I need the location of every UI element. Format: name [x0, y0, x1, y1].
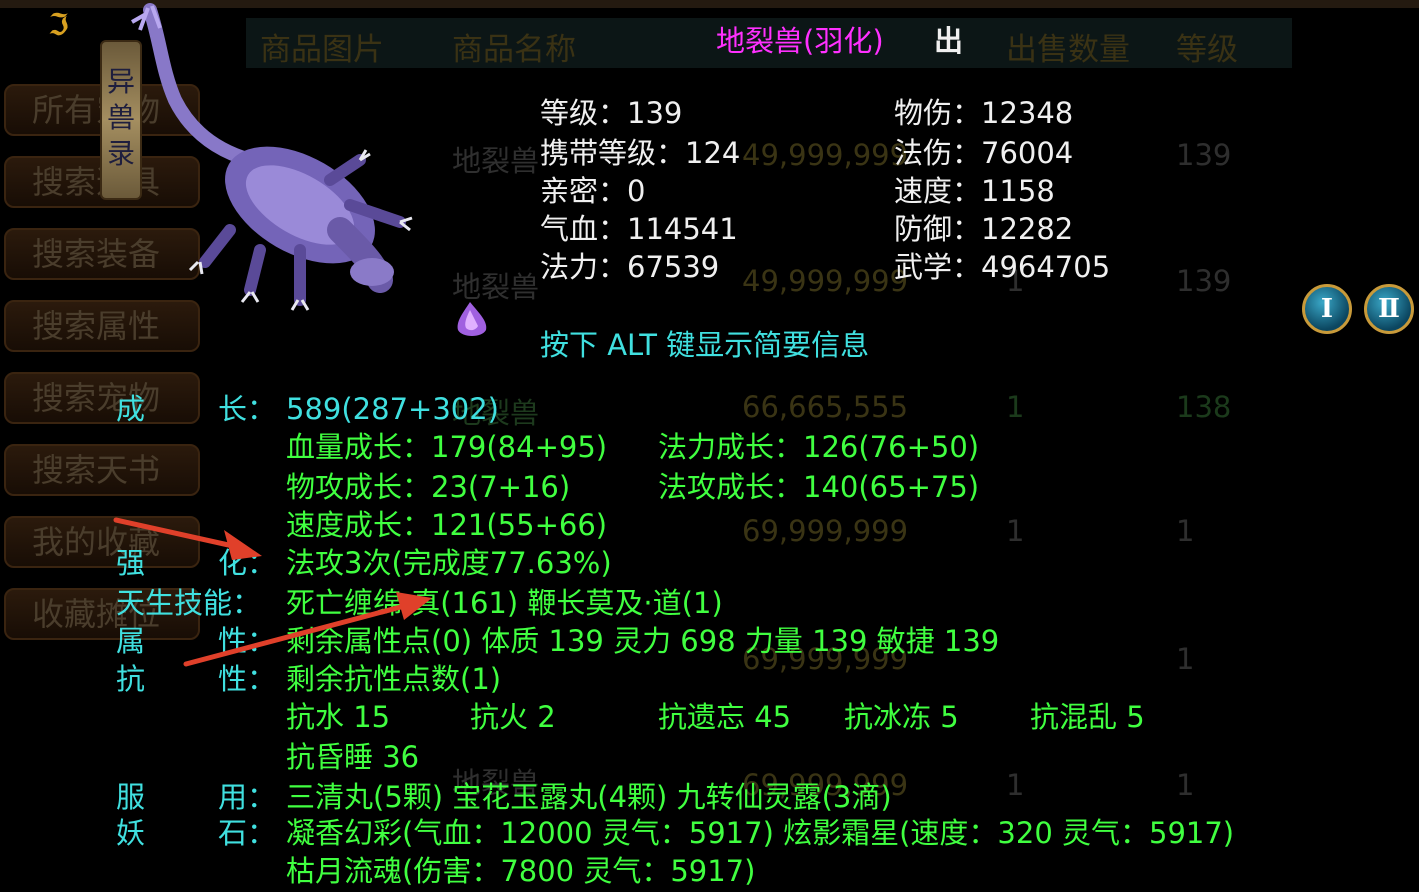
annotation-arrows: [113, 517, 432, 667]
